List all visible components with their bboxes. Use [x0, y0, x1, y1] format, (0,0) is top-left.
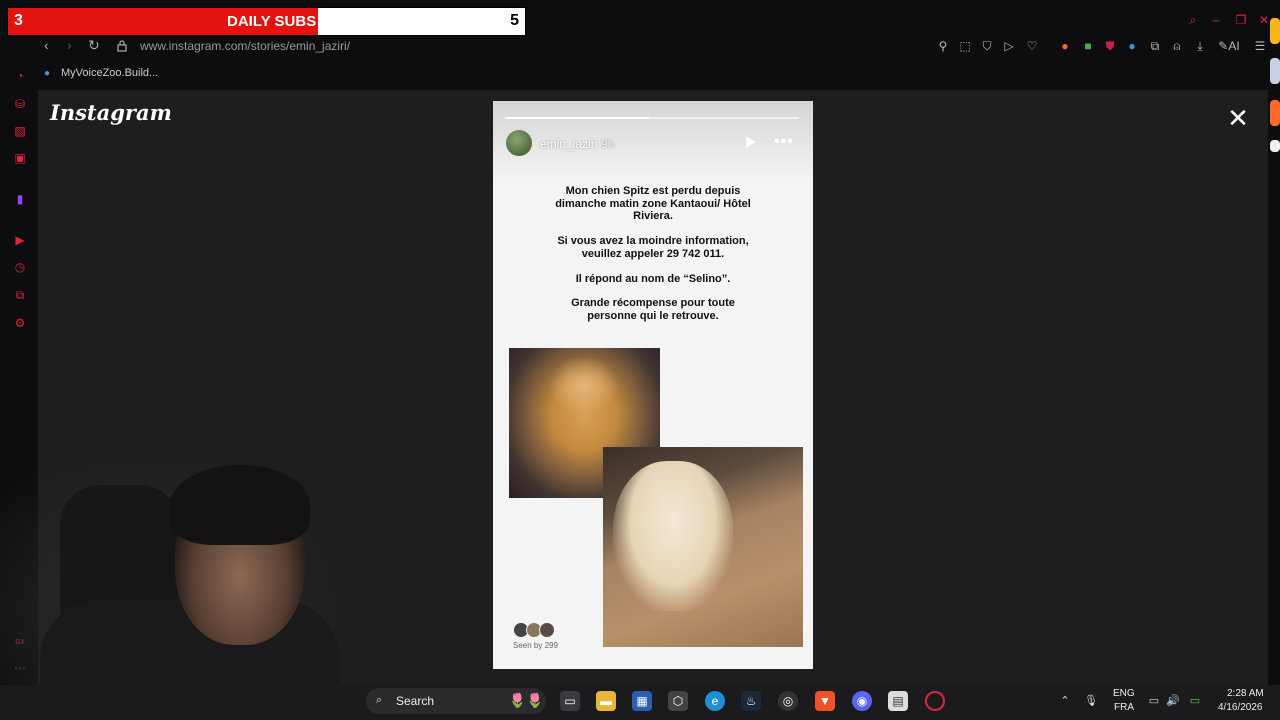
- tulips-icon: 🌷🌷: [508, 692, 544, 708]
- heart-icon[interactable]: ♡: [1024, 38, 1040, 54]
- bag-icon[interactable]: ⛁: [13, 97, 27, 111]
- account-icon[interactable]: ⍝: [1169, 38, 1185, 54]
- aria-icon[interactable]: ◔: [13, 69, 27, 83]
- app-icon[interactable]: ◎: [778, 691, 798, 711]
- app-icon[interactable]: ⬡: [668, 691, 688, 711]
- story-paragraph: Si vous avez la moindre information, veu…: [557, 235, 749, 260]
- reload-icon[interactable]: ↻: [88, 37, 100, 54]
- menu-icon[interactable]: ☰: [1252, 38, 1268, 54]
- shazam-icon[interactable]: ●: [1124, 38, 1140, 54]
- bookmark-icon: ●: [44, 68, 51, 79]
- extension-strip-item[interactable]: [1270, 18, 1280, 44]
- battery-icon[interactable]: ▭: [1188, 694, 1202, 708]
- extension-icon[interactable]: ■: [1080, 38, 1096, 54]
- more-options-icon[interactable]: •••: [774, 133, 794, 151]
- avatar[interactable]: [506, 130, 532, 156]
- twitch-icon[interactable]: ▮: [13, 192, 27, 206]
- file-explorer-icon[interactable]: ▬: [596, 691, 616, 711]
- story-paragraph: Grande récompense pour toute personne qu…: [571, 297, 735, 322]
- extension-strip-item[interactable]: [1270, 100, 1280, 126]
- dog-photo-2-detail: [613, 461, 733, 611]
- seen-by-count[interactable]: Seen by 299: [513, 641, 558, 650]
- search-icon: ⌕: [376, 694, 383, 706]
- messenger-icon[interactable]: ▣: [13, 151, 27, 165]
- steam-icon[interactable]: ♨: [741, 691, 761, 711]
- story-time: 9h: [601, 137, 615, 151]
- store-icon[interactable]: ▦: [632, 691, 652, 711]
- volume-icon[interactable]: 🔊: [1166, 694, 1180, 708]
- story-username[interactable]: emin_jaziri: [540, 137, 597, 151]
- extensions-sidebar-icon[interactable]: ⧉: [13, 288, 27, 302]
- snapshot-icon[interactable]: ⬚: [957, 38, 973, 54]
- dog-photo-1-detail: [549, 356, 619, 416]
- extension-strip-item[interactable]: [1270, 140, 1280, 152]
- microphone-icon[interactable]: 🎙: [1084, 694, 1098, 708]
- webcam-person-hair: [170, 465, 310, 545]
- subs-current-count: 3: [14, 12, 23, 29]
- bookmark-myvoicezoo[interactable]: MyVoiceZoo.Build...: [61, 67, 158, 79]
- send-icon[interactable]: ▷: [1001, 38, 1017, 54]
- clock-time[interactable]: 2:28 AM: [1227, 688, 1264, 699]
- language-secondary[interactable]: FRA: [1114, 702, 1134, 713]
- edge-icon[interactable]: e: [705, 691, 725, 711]
- viewer-avatar: [539, 622, 555, 638]
- app-icon[interactable]: ▤: [888, 691, 908, 711]
- task-view-icon[interactable]: ▭: [560, 691, 580, 711]
- webcam-overlay: [0, 440, 360, 700]
- daily-subs-overlay: 3 DAILY SUBS 5: [7, 7, 526, 36]
- ublock-icon[interactable]: ⛊: [1102, 38, 1118, 54]
- extension-strip-item[interactable]: [1270, 58, 1280, 84]
- instagram-logo[interactable]: Instagram: [50, 100, 172, 125]
- opera-gx-icon[interactable]: [925, 691, 945, 711]
- play-icon[interactable]: [746, 136, 756, 148]
- subs-title: DAILY SUBS: [227, 13, 317, 30]
- search-icon[interactable]: ⌕: [1185, 12, 1201, 28]
- player-icon[interactable]: ▶: [13, 233, 27, 247]
- forward-icon[interactable]: ›: [67, 37, 72, 53]
- viewer-avatars[interactable]: [513, 622, 555, 638]
- download-icon[interactable]: ⤓: [1192, 38, 1208, 54]
- network-icon[interactable]: ▭: [1147, 694, 1161, 708]
- history-icon[interactable]: ◷: [13, 260, 27, 274]
- clock-date[interactable]: 4/16/2026: [1218, 702, 1263, 713]
- url-field[interactable]: www.instagram.com/stories/emin_jaziri/: [140, 39, 350, 53]
- maximize-icon[interactable]: ❐: [1233, 12, 1249, 28]
- minimize-icon[interactable]: –: [1208, 12, 1224, 28]
- ai-label: AI: [1228, 39, 1240, 53]
- crypto-wallet-icon[interactable]: ▧: [13, 124, 27, 138]
- extension-icon[interactable]: ●: [1057, 38, 1073, 54]
- tray-expand-icon[interactable]: ⌃: [1058, 694, 1072, 708]
- ai-button[interactable]: ✎AI: [1214, 38, 1244, 54]
- pin-icon[interactable]: ⚲: [935, 38, 951, 54]
- brave-icon[interactable]: ▼: [815, 691, 835, 711]
- story-viewer[interactable]: emin_jaziri 9h ••• Mon chien Spitz est p…: [493, 101, 813, 669]
- story-paragraph: Il répond au nom de “Selino”.: [575, 272, 731, 285]
- extensions-icon[interactable]: ⧉: [1147, 38, 1163, 54]
- story-paragraph: Mon chien Spitz est perdu depuis dimanch…: [555, 185, 751, 223]
- shield-icon[interactable]: ⛉: [979, 38, 995, 54]
- lock-icon: [117, 39, 127, 52]
- story-progress-fill: [505, 117, 650, 119]
- back-icon[interactable]: ‹: [44, 37, 49, 53]
- close-story-button[interactable]: ✕: [1226, 105, 1250, 131]
- settings-icon[interactable]: ⚙: [13, 316, 27, 330]
- language-primary[interactable]: ENG: [1113, 688, 1135, 699]
- taskbar-search-label: Search: [396, 694, 435, 708]
- discord-icon[interactable]: ◉: [852, 691, 872, 711]
- story-text: Mon chien Spitz est perdu depuis dimanch…: [547, 185, 759, 335]
- subs-goal-count: 5: [510, 12, 519, 29]
